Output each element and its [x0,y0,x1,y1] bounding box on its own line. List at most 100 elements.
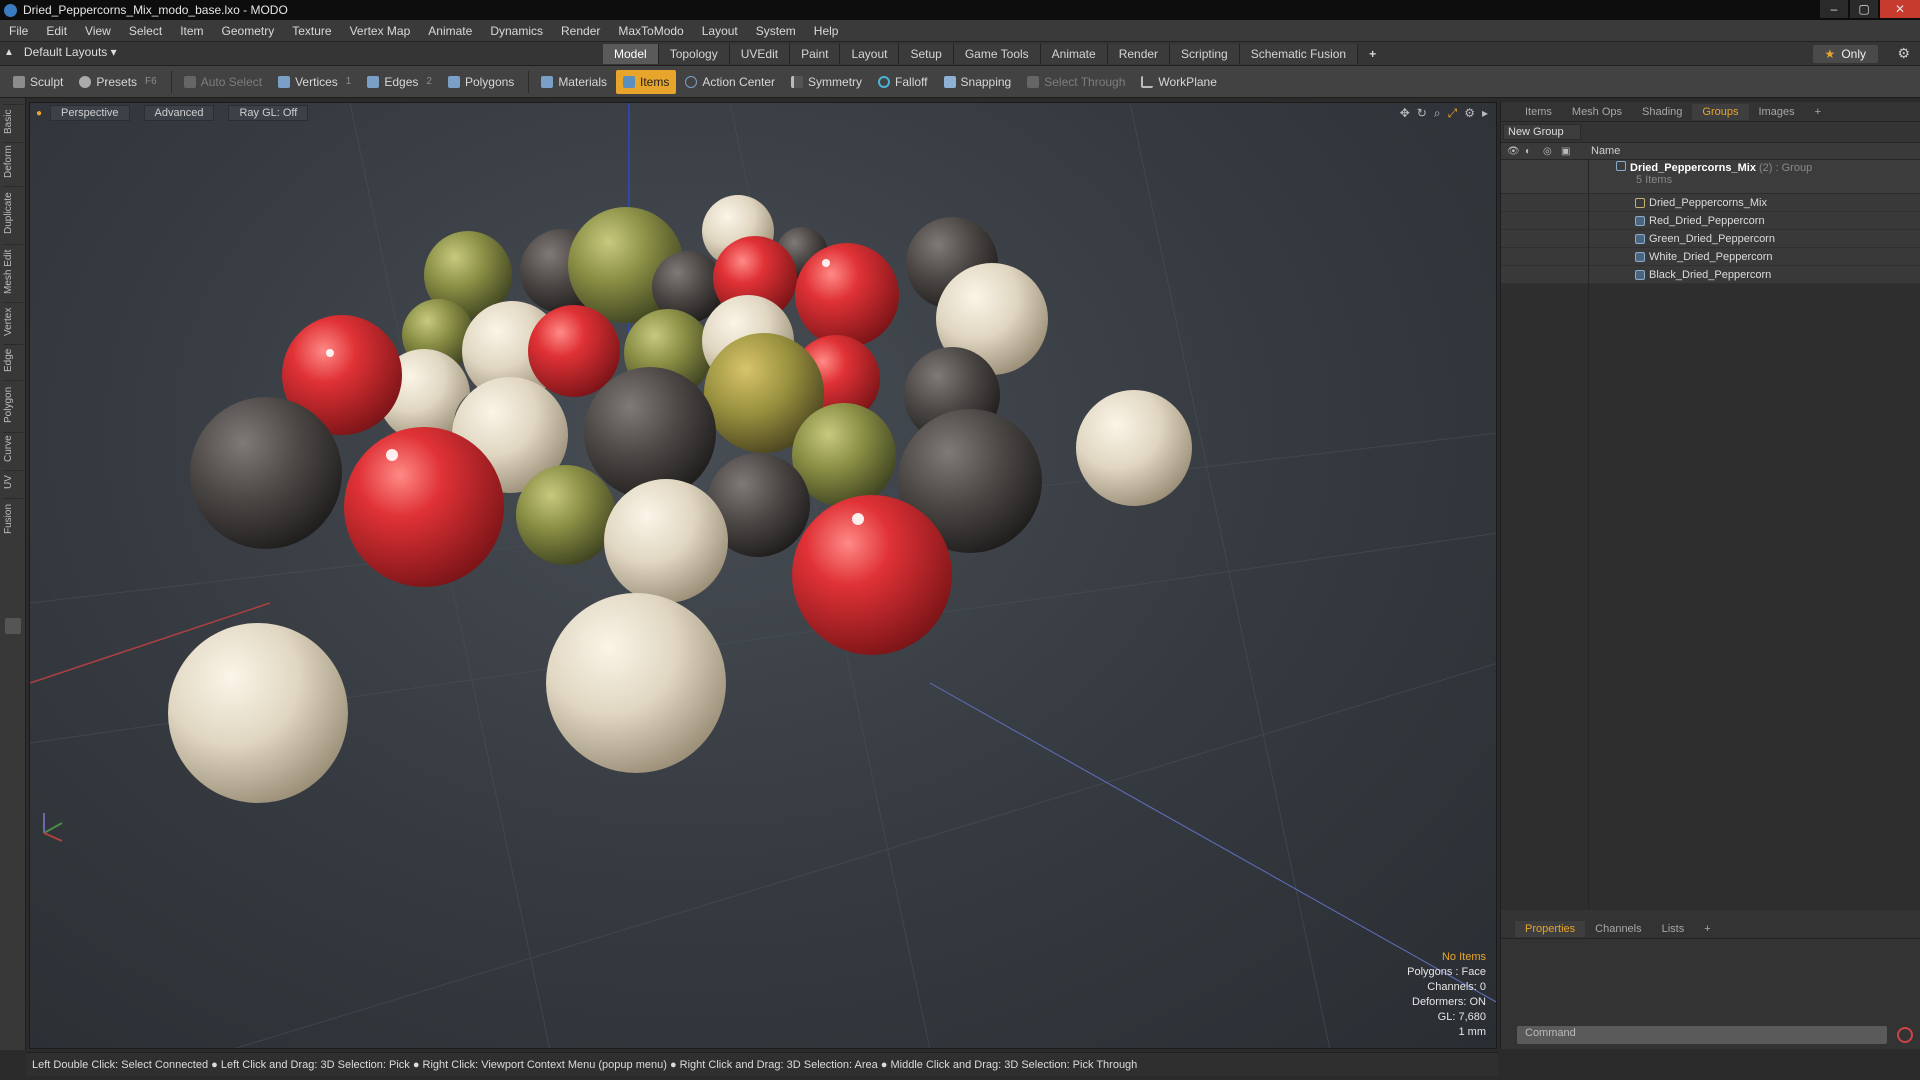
command-input[interactable]: Command [1517,1026,1887,1044]
viewport-expand-icon[interactable]: ▸ [1482,106,1488,121]
render-column-icon[interactable]: ◐ [1525,146,1543,157]
menu-help[interactable]: Help [805,24,848,38]
visibility-column-icon[interactable]: 👁 [1507,146,1525,157]
tab-scripting[interactable]: Scripting [1170,44,1240,64]
vtab-edge[interactable]: Edge [3,344,23,376]
white-peppercorn[interactable] [604,479,728,603]
vtab-duplicate[interactable]: Duplicate [3,186,23,240]
default-layouts-dropdown[interactable]: ▲ Default Layouts ▾ [4,45,117,59]
tab-paint[interactable]: Paint [790,44,841,64]
add-panel-tab-icon[interactable]: + [1805,104,1831,120]
tab-lists[interactable]: Lists [1652,921,1695,937]
menu-edit[interactable]: Edit [37,24,76,38]
action-center-button[interactable]: Action Center [678,70,782,94]
polygons-button[interactable]: Polygons [441,70,521,94]
maximize-button[interactable]: ▢ [1850,0,1878,18]
command-execute-icon[interactable] [1897,1027,1913,1043]
menu-dynamics[interactable]: Dynamics [481,24,552,38]
menu-system[interactable]: System [747,24,805,38]
menu-layout[interactable]: Layout [693,24,747,38]
falloff-button[interactable]: Falloff [871,70,934,94]
menu-file[interactable]: File [0,24,37,38]
auto-select-button[interactable]: Auto Select [177,70,269,94]
move-view-icon[interactable]: ✥ [1400,106,1410,121]
tab-properties[interactable]: Properties [1515,920,1586,937]
only-button[interactable]: ★ Only [1812,45,1878,63]
sculpt-button[interactable]: Sculpt [6,70,70,94]
items-button[interactable]: Items [616,69,677,94]
name-column-header[interactable]: Name [1591,145,1620,157]
menu-texture[interactable]: Texture [283,24,340,38]
red-peppercorn[interactable] [795,243,899,347]
symmetry-button[interactable]: Symmetry [784,70,869,94]
black-peppercorn[interactable] [190,397,342,549]
viewport-scene[interactable] [30,103,1497,1049]
red-peppercorn[interactable] [528,305,620,397]
vtab-mesh-edit[interactable]: Mesh Edit [3,244,23,298]
tab-items[interactable]: Items [1515,104,1562,120]
menu-item[interactable]: Item [171,24,212,38]
white-peppercorn[interactable] [1076,390,1192,506]
red-peppercorn[interactable] [344,427,504,587]
menu-maxtomodo[interactable]: MaxToModo [609,24,692,38]
peppercorn-meshes[interactable] [168,195,1192,803]
add-tab-icon[interactable]: + [1358,44,1387,64]
3d-viewport[interactable]: ● Perspective Advanced Ray GL: Off ✥ ↻ ⌕… [29,102,1497,1049]
select-through-button[interactable]: Select Through [1020,70,1132,94]
tab-uvedit[interactable]: UVEdit [729,44,791,64]
vtab-polygon[interactable]: Polygon [3,380,23,428]
vtab-basic[interactable]: Basic [3,104,23,138]
tab-images[interactable]: Images [1749,104,1805,120]
gear-icon[interactable]: ⚙ [1897,45,1910,62]
presets-button[interactable]: Presets F6 [72,70,163,94]
vtab-fusion[interactable]: Fusion [3,498,23,538]
rotate-view-icon[interactable]: ↻ [1417,106,1427,121]
new-group-button[interactable]: New Group [1503,124,1581,140]
menu-vertex-map[interactable]: Vertex Map [341,24,420,38]
tab-model[interactable]: Model [603,44,659,64]
viewport-settings-icon[interactable]: ⚙ [1464,106,1475,121]
menu-render[interactable]: Render [552,24,609,38]
red-peppercorn[interactable] [792,495,952,655]
white-peppercorn[interactable] [546,593,726,773]
materials-button[interactable]: Materials [534,70,614,94]
tab-animate[interactable]: Animate [1040,44,1108,64]
vtab-vertex[interactable]: Vertex [3,302,23,340]
toggle-panel-icon[interactable] [5,618,21,634]
menu-animate[interactable]: Animate [419,24,481,38]
add-bottom-tab-icon[interactable]: + [1694,921,1720,937]
white-peppercorn[interactable] [168,623,348,803]
green-peppercorn[interactable] [516,465,616,565]
workplane-button[interactable]: WorkPlane [1134,70,1223,94]
lock-column-icon[interactable]: ◎ [1543,146,1561,157]
tab-groups[interactable]: Groups [1692,103,1749,120]
vtab-deform[interactable]: Deform [3,142,23,182]
tab-shading[interactable]: Shading [1632,104,1692,120]
viewport-menu-icon[interactable]: ● [36,108,42,119]
fit-view-icon[interactable]: ⤢ [1448,106,1458,121]
raygl-button[interactable]: Ray GL: Off [228,105,309,121]
advanced-button[interactable]: Advanced [143,105,215,121]
edges-button[interactable]: Edges 2 [360,70,439,94]
perspective-button[interactable]: Perspective [50,105,130,121]
tab-schematic-fusion[interactable]: Schematic Fusion [1239,44,1359,64]
select-column-icon[interactable]: ▣ [1561,146,1579,157]
menu-select[interactable]: Select [120,24,171,38]
vertices-button[interactable]: Vertices 1 [271,70,358,94]
tab-mesh-ops[interactable]: Mesh Ops [1562,104,1632,120]
black-peppercorn[interactable] [584,367,716,499]
zoom-view-icon[interactable]: ⌕ [1434,106,1441,121]
vtab-uv[interactable]: UV [3,470,23,494]
minimize-button[interactable]: – [1820,0,1848,18]
tab-render[interactable]: Render [1107,44,1171,64]
tab-game-tools[interactable]: Game Tools [953,44,1041,64]
vtab-curve[interactable]: Curve [3,432,23,466]
tab-setup[interactable]: Setup [899,44,954,64]
tab-topology[interactable]: Topology [658,44,730,64]
tab-layout[interactable]: Layout [840,44,900,64]
tab-channels[interactable]: Channels [1585,921,1651,937]
menu-geometry[interactable]: Geometry [213,24,284,38]
snapping-button[interactable]: Snapping [937,70,1019,94]
close-button[interactable]: ✕ [1880,0,1920,18]
menu-view[interactable]: View [76,24,120,38]
